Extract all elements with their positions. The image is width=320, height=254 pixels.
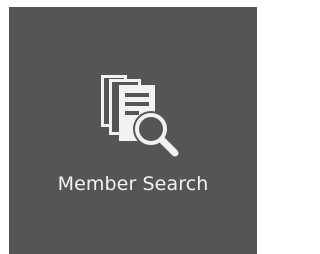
document-search-icon	[101, 75, 179, 157]
tile-label: Member Search	[57, 173, 209, 195]
member-search-tile[interactable]: Member Search	[9, 7, 257, 254]
